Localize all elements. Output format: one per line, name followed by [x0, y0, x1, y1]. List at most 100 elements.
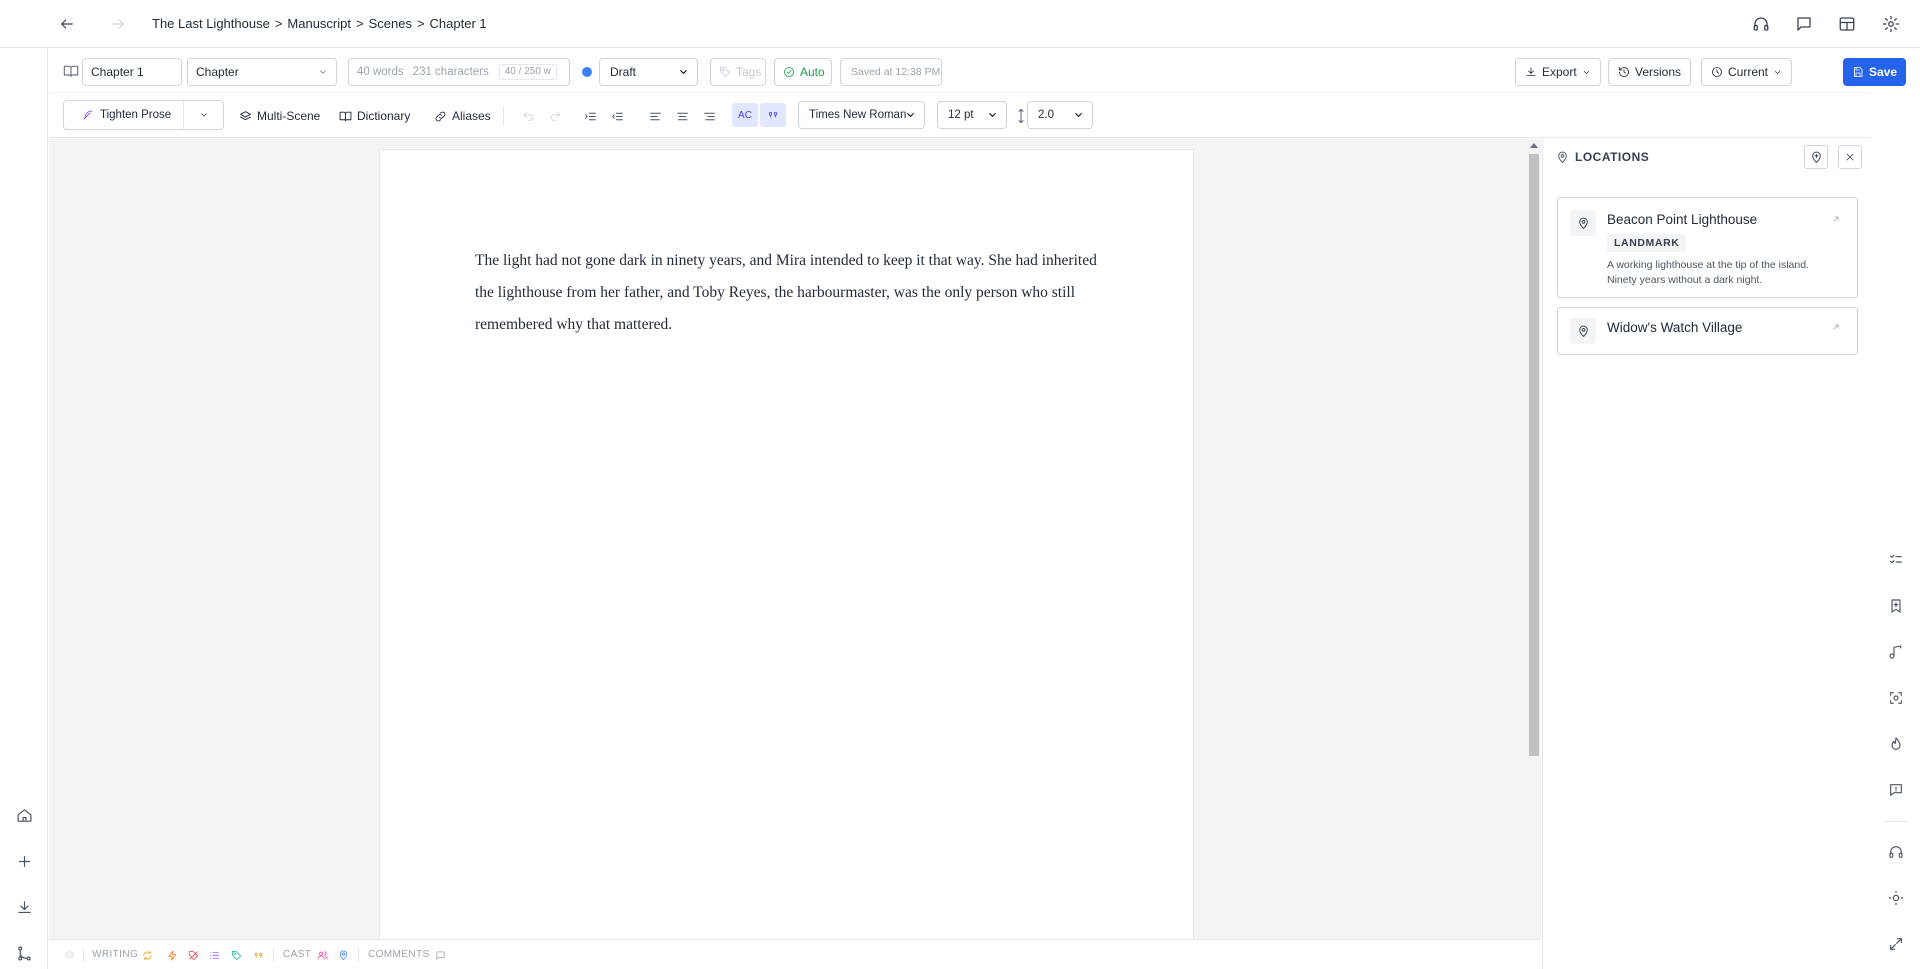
theme-toggle-icon[interactable] [1885, 887, 1907, 909]
aliases-button[interactable]: Aliases [434, 104, 491, 128]
back-arrow-icon[interactable] [56, 13, 78, 35]
chevron-down-icon [1773, 68, 1782, 77]
autosave-toggle[interactable]: Auto [774, 58, 832, 86]
open-external-icon[interactable] [1831, 214, 1841, 224]
expand-icon[interactable] [1885, 933, 1907, 955]
font-size-select[interactable]: 12 pt [937, 101, 1007, 129]
undo-icon[interactable] [519, 108, 537, 124]
history-icon [1618, 66, 1630, 78]
chevron-down-icon [318, 67, 328, 77]
home-icon[interactable] [13, 804, 35, 826]
check-circle-icon [783, 66, 795, 78]
status-select[interactable]: Draft [599, 58, 698, 86]
breadcrumb-project[interactable]: The Last Lighthouse [152, 16, 270, 31]
location-card[interactable]: Widow's Watch Village [1557, 307, 1858, 355]
font-family-select[interactable]: Times New Roman [798, 101, 925, 129]
breadcrumb-chapter[interactable]: Chapter 1 [430, 16, 487, 31]
breadcrumb-scenes[interactable]: Scenes [369, 16, 412, 31]
git-branch-icon[interactable] [13, 942, 35, 964]
writing-label: WRITING [92, 949, 139, 960]
status-dot [582, 67, 592, 77]
chevron-down-icon [678, 67, 689, 78]
headphones-icon[interactable] [1750, 13, 1772, 35]
users-icon[interactable] [316, 949, 328, 961]
music-note-icon[interactable] [1885, 641, 1907, 663]
chevron-down-icon [1582, 68, 1591, 77]
tags-input[interactable]: Tags [710, 58, 766, 86]
versions-button[interactable]: Versions [1608, 58, 1692, 86]
status-divider [83, 948, 84, 962]
export-button[interactable]: Export [1515, 58, 1601, 86]
message-square-icon[interactable] [1885, 779, 1907, 801]
line-spacing-select[interactable]: 2.0 [1027, 101, 1093, 129]
lightning-icon[interactable] [166, 949, 178, 961]
layers-icon [239, 110, 252, 123]
map-pin-icon [1570, 210, 1596, 236]
editor-canvas: The light had not gone dark in ninety ye… [49, 139, 1541, 939]
indent-icon[interactable] [581, 108, 599, 124]
quote-icon[interactable] [252, 949, 264, 961]
add-icon[interactable] [13, 850, 35, 872]
panel-title: LOCATIONS [1575, 150, 1650, 164]
map-pin-icon [1570, 318, 1596, 344]
flame-icon[interactable] [1885, 733, 1907, 755]
left-rail [0, 48, 48, 969]
align-right-icon[interactable] [700, 108, 718, 124]
editor-scrollbar[interactable] [1527, 139, 1541, 939]
add-location-button[interactable] [1804, 145, 1828, 169]
cast-label: CAST [283, 949, 312, 960]
headphones-icon[interactable] [1885, 841, 1907, 863]
sprint-icon[interactable] [141, 949, 153, 961]
autocorrect-toggle[interactable]: AC [732, 103, 758, 127]
map-pin-icon[interactable] [337, 949, 349, 961]
align-left-icon[interactable] [646, 108, 664, 124]
multi-scene-button[interactable]: Multi-Scene [239, 104, 320, 128]
chapter-title-input[interactable]: Chapter 1 [82, 58, 182, 86]
tag-icon [719, 66, 731, 78]
layout-icon[interactable] [1836, 13, 1858, 35]
location-card[interactable]: Beacon Point Lighthouse LANDMARK A worki… [1557, 197, 1858, 298]
tighten-prose-button[interactable]: Tighten Prose [64, 101, 184, 129]
word-count-box: 40 words 231 characters 40 / 250 w [348, 58, 570, 86]
book-open-icon [339, 110, 352, 123]
save-button[interactable]: Save [1843, 58, 1906, 86]
download-icon[interactable] [13, 896, 35, 918]
outdent-icon[interactable] [608, 108, 626, 124]
tag-slash-icon[interactable] [187, 949, 199, 961]
close-icon [1844, 151, 1856, 163]
tag-icon[interactable] [230, 949, 242, 961]
map-pin-plus-icon [1810, 151, 1823, 164]
redo-icon[interactable] [546, 108, 564, 124]
list-icon[interactable] [208, 949, 220, 961]
document-page[interactable]: The light had not gone dark in ninety ye… [379, 149, 1194, 939]
toolbar-divider [503, 106, 504, 126]
scroll-up-arrow-icon[interactable] [1530, 143, 1538, 148]
layers-icon[interactable] [63, 949, 75, 961]
current-version-button[interactable]: Current [1701, 58, 1793, 86]
chevron-down-icon [905, 110, 916, 121]
checklist-icon[interactable] [1885, 549, 1907, 571]
status-bar: WRITING CAST COMMENTS [49, 939, 1541, 969]
link-icon [434, 110, 447, 123]
right-rail [1872, 48, 1920, 969]
bookmark-add-icon[interactable] [1885, 595, 1907, 617]
breadcrumb-manuscript[interactable]: Manuscript [287, 16, 351, 31]
dictionary-button[interactable]: Dictionary [339, 104, 410, 128]
scan-icon[interactable] [1885, 687, 1907, 709]
smart-quotes-toggle[interactable] [760, 103, 786, 127]
close-panel-button[interactable] [1838, 145, 1862, 169]
download-icon [1525, 66, 1537, 78]
line-spacing-icon [1017, 108, 1025, 124]
location-description: A working lighthouse at the tip of the i… [1607, 259, 1809, 286]
document-paragraph[interactable]: The light had not gone dark in ninety ye… [475, 245, 1115, 341]
align-center-icon[interactable] [673, 108, 691, 124]
forward-arrow-icon[interactable] [107, 13, 129, 35]
section-type-select[interactable]: Chapter [187, 58, 337, 86]
settings-gear-icon[interactable] [1880, 13, 1902, 35]
comment-icon[interactable] [434, 949, 446, 961]
open-external-icon[interactable] [1831, 322, 1841, 332]
tighten-prose-dropdown[interactable] [184, 101, 224, 129]
scrollbar-thumb[interactable] [1529, 154, 1539, 756]
comment-icon[interactable] [1793, 13, 1815, 35]
chevron-down-icon [199, 110, 209, 120]
